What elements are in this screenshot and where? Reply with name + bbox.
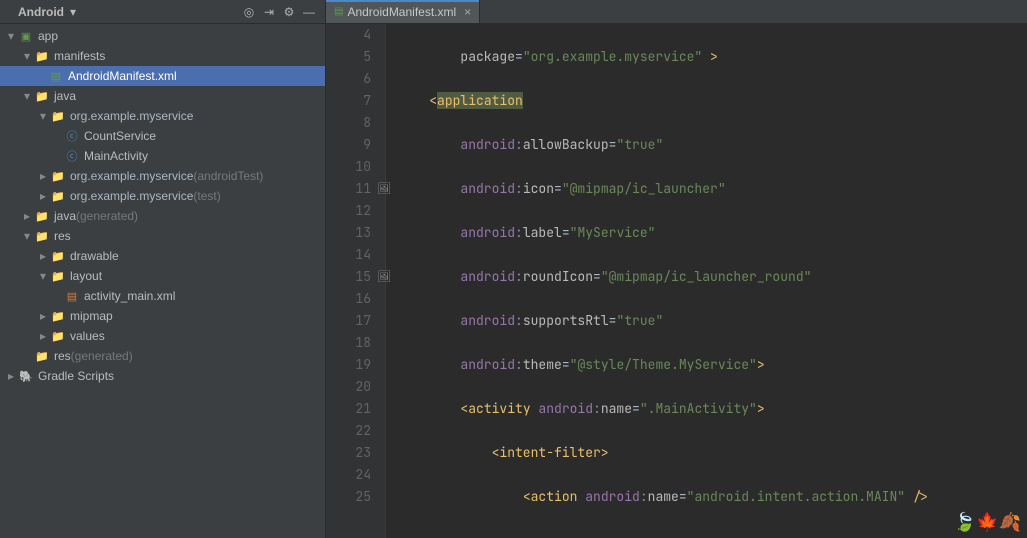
tab-active-indicator — [326, 0, 479, 2]
line-number: 13 — [326, 222, 371, 244]
flatten-icon[interactable]: ⇥ — [259, 2, 279, 22]
tree-row-activity-main-xml[interactable]: ▤activity_main.xml — [0, 286, 325, 306]
line-number: 25 — [326, 486, 371, 508]
xml-open: < — [429, 92, 437, 109]
line-number: 9 — [326, 134, 371, 156]
code-line[interactable]: android:allowBackup="true" — [398, 134, 1027, 156]
tree-label: mipmap — [70, 309, 113, 323]
tree-row-pkg-androidtest[interactable]: ▸📁org.example.myservice (androidTest) — [0, 166, 325, 186]
line-number: 15 — [326, 266, 371, 288]
line-number: 14 — [326, 244, 371, 266]
tree-suffix: (generated) — [76, 209, 138, 223]
line-number: 18 — [326, 332, 371, 354]
line-number: 6 — [326, 68, 371, 90]
code-line[interactable]: <action android:name="android.intent.act… — [398, 486, 1027, 508]
code-line[interactable]: <intent-filter> — [398, 442, 1027, 464]
tree-label: AndroidManifest.xml — [68, 69, 177, 83]
tree-label: drawable — [70, 249, 119, 263]
code-line[interactable]: <application — [398, 90, 1027, 112]
tree-row-count-service[interactable]: ⓒCountService — [0, 126, 325, 146]
tree-suffix: (generated) — [71, 349, 133, 363]
code-body[interactable]: package="org.example.myservice" > <appli… — [386, 24, 1027, 538]
line-number: 22 — [326, 420, 371, 442]
line-number: 16 — [326, 288, 371, 310]
tree-row-drawable[interactable]: ▸📁drawable — [0, 246, 325, 266]
tab-android-manifest[interactable]: ▤ AndroidManifest.xml × — [326, 0, 480, 23]
tree-row-pkg-main[interactable]: ▾📁org.example.myservice — [0, 106, 325, 126]
project-panel: Android ▾ ◎ ⇥ ⚙ — ▾▣app ▾📁manifests ▤And… — [0, 0, 326, 538]
tree-row-manifests[interactable]: ▾📁manifests — [0, 46, 325, 66]
close-icon[interactable]: × — [464, 5, 471, 19]
line-number: 7 — [326, 90, 371, 112]
tree-row-manifest-file[interactable]: ▤AndroidManifest.xml — [0, 66, 325, 86]
tree-row-java-generated[interactable]: ▸📁java (generated) — [0, 206, 325, 226]
line-number: 20 — [326, 376, 371, 398]
tree-row-res[interactable]: ▾📁res — [0, 226, 325, 246]
code-line[interactable]: package="org.example.myservice" > — [398, 46, 1027, 68]
tree-label: values — [70, 329, 105, 343]
line-number: 5 — [326, 46, 371, 68]
tree-label: res — [54, 229, 71, 243]
line-number: 24 — [326, 464, 371, 486]
tree-label: activity_main.xml — [84, 289, 175, 303]
project-tree[interactable]: ▾▣app ▾📁manifests ▤AndroidManifest.xml ▾… — [0, 24, 325, 538]
tree-row-res-generated[interactable]: 📁res (generated) — [0, 346, 325, 366]
decoration-leaves: 🍃🍁🍂 — [954, 512, 1021, 534]
android-icon — [6, 8, 14, 16]
tree-label: org.example.myservice — [70, 169, 193, 183]
gear-icon[interactable]: ⚙ — [279, 2, 299, 22]
tree-suffix: (test) — [193, 189, 220, 203]
tree-row-gradle-scripts[interactable]: ▸🐘Gradle Scripts — [0, 366, 325, 386]
xml-icon: ▤ — [334, 6, 343, 17]
hide-icon[interactable]: — — [299, 2, 319, 22]
tree-row-java[interactable]: ▾📁java — [0, 86, 325, 106]
editor-area: ▤ AndroidManifest.xml × 4567891011121314… — [326, 0, 1027, 538]
tree-row-app[interactable]: ▾▣app — [0, 26, 325, 46]
editor-tabbar: ▤ AndroidManifest.xml × — [326, 0, 1027, 24]
code-editor[interactable]: 45678910111213141516171819202122232425 p… — [326, 24, 1027, 538]
line-number: 17 — [326, 310, 371, 332]
line-number: 8 — [326, 112, 371, 134]
image-gutter-icon[interactable]: 🖼 — [376, 178, 392, 200]
line-number: 19 — [326, 354, 371, 376]
tree-label: CountService — [84, 129, 156, 143]
tree-label: app — [38, 29, 58, 43]
code-line[interactable] — [398, 530, 1027, 538]
code-line[interactable]: android:supportsRtl="true" — [398, 310, 1027, 332]
tree-label: java — [54, 209, 76, 223]
line-number: 12 — [326, 200, 371, 222]
tree-label: Gradle Scripts — [38, 369, 114, 383]
line-number: 4 — [326, 24, 371, 46]
select-opened-file-icon[interactable]: ◎ — [239, 2, 259, 22]
tree-label: res — [54, 349, 71, 363]
code-line[interactable]: 🖼 android:icon="@mipmap/ic_launcher" — [398, 178, 1027, 200]
tree-label: java — [54, 89, 76, 103]
tree-row-mipmap[interactable]: ▸📁mipmap — [0, 306, 325, 326]
tree-label: manifests — [54, 49, 105, 63]
tree-row-layout[interactable]: ▾📁layout — [0, 266, 325, 286]
line-number: 10 — [326, 156, 371, 178]
line-number: 11 — [326, 178, 371, 200]
image-gutter-icon[interactable]: 🖼 — [376, 266, 392, 288]
code-line[interactable]: 🖼 android:roundIcon="@mipmap/ic_launcher… — [398, 266, 1027, 288]
line-number: 21 — [326, 398, 371, 420]
tree-label: org.example.myservice — [70, 189, 193, 203]
code-line[interactable]: android:label="MyService" — [398, 222, 1027, 244]
project-panel-header: Android ▾ ◎ ⇥ ⚙ — — [0, 0, 325, 24]
tree-suffix: (androidTest) — [193, 169, 263, 183]
tree-label: org.example.myservice — [70, 109, 193, 123]
tree-label: MainActivity — [84, 149, 148, 163]
tree-row-main-activity[interactable]: ⓒMainActivity — [0, 146, 325, 166]
code-line[interactable]: android:theme="@style/Theme.MyService"> — [398, 354, 1027, 376]
tree-row-pkg-test[interactable]: ▸📁org.example.myservice (test) — [0, 186, 325, 206]
code-line[interactable]: <activity android:name=".MainActivity"> — [398, 398, 1027, 420]
tree-label: layout — [70, 269, 102, 283]
chevron-down-icon[interactable]: ▾ — [70, 5, 76, 19]
xml-tag-application: application — [437, 92, 523, 109]
tree-row-values[interactable]: ▸📁values — [0, 326, 325, 346]
project-view-title[interactable]: Android — [18, 5, 64, 19]
tab-label: AndroidManifest.xml — [347, 5, 456, 19]
line-number: 23 — [326, 442, 371, 464]
